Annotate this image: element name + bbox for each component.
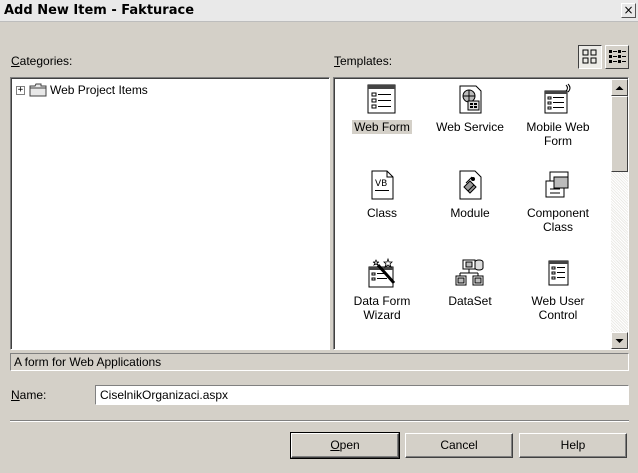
tree-item-web-project-items[interactable]: + Web Project Items <box>16 82 148 98</box>
arrow-down-icon <box>615 338 624 343</box>
close-icon: × <box>623 3 634 17</box>
categories-tree[interactable]: + Web Project Items <box>10 77 330 350</box>
arrow-up-icon <box>615 85 624 90</box>
template-description: A form for Web Applications <box>10 353 629 371</box>
large-icons-view-button[interactable] <box>578 45 602 69</box>
separator <box>10 420 629 422</box>
name-label: Name: <box>11 388 47 402</box>
template-dataset[interactable]: DataSet <box>427 257 513 308</box>
template-web-user-control[interactable]: Web User Control <box>515 257 601 322</box>
categories-label: Categories: <box>11 54 73 68</box>
dataset-icon <box>455 259 484 286</box>
web-service-icon <box>459 85 482 114</box>
template-label: Mobile Web Form <box>526 120 590 148</box>
component-class-icon <box>545 171 569 198</box>
title-bar: Add New Item - Fakturace × <box>0 0 638 22</box>
template-label: Web Service <box>436 120 504 134</box>
cancel-button[interactable]: Cancel <box>405 433 513 458</box>
template-mobile-web-form[interactable]: Mobile Web Form <box>515 83 601 148</box>
module-icon <box>459 170 482 200</box>
template-label: Web Form <box>352 120 412 134</box>
tree-item-label: Web Project Items <box>50 83 148 97</box>
template-web-service[interactable]: Web Service <box>427 83 513 134</box>
add-new-item-dialog: Add New Item - Fakturace × Categories: T… <box>0 0 638 473</box>
template-label: Component Class <box>526 206 590 234</box>
template-web-form[interactable]: Web Form <box>339 83 425 134</box>
help-button[interactable]: Help <box>519 433 627 458</box>
template-label: DataSet <box>448 294 492 308</box>
scroll-down-button[interactable] <box>611 332 628 349</box>
template-label: Class <box>366 206 397 220</box>
templates-scrollbar[interactable] <box>611 79 628 349</box>
web-user-control-icon <box>548 260 569 286</box>
web-form-icon <box>367 84 396 114</box>
data-form-wizard-icon <box>368 257 396 288</box>
template-module[interactable]: Module <box>427 169 513 220</box>
scroll-thumb[interactable] <box>611 96 628 172</box>
svg-text:VB: VB <box>375 179 387 189</box>
large-icons-icon <box>582 49 597 64</box>
templates-list[interactable]: Web Form Web Service Mobile Web Form VB … <box>333 77 629 350</box>
template-data-form-wizard[interactable]: Data Form Wizard <box>339 257 425 322</box>
mobile-web-form-icon <box>544 83 571 114</box>
expand-icon[interactable]: + <box>16 85 25 95</box>
templates-label: Templates: <box>334 54 393 68</box>
folder-icon <box>29 83 47 97</box>
window-title: Add New Item - Fakturace <box>4 3 195 18</box>
close-button[interactable]: × <box>621 3 636 18</box>
class-icon: VB <box>371 170 394 200</box>
template-label: Module <box>450 206 490 220</box>
template-label: Web User Control <box>531 294 585 322</box>
template-label: Data Form Wizard <box>353 294 411 322</box>
template-class[interactable]: VB Class <box>339 169 425 220</box>
open-button[interactable]: Open <box>290 432 400 459</box>
name-input[interactable]: CiselnikOrganizaci.aspx <box>95 385 629 405</box>
list-view-icon <box>609 50 626 63</box>
template-component-class[interactable]: Component Class <box>515 169 601 234</box>
small-icons-view-button[interactable] <box>605 45 629 69</box>
scroll-up-button[interactable] <box>611 79 628 96</box>
